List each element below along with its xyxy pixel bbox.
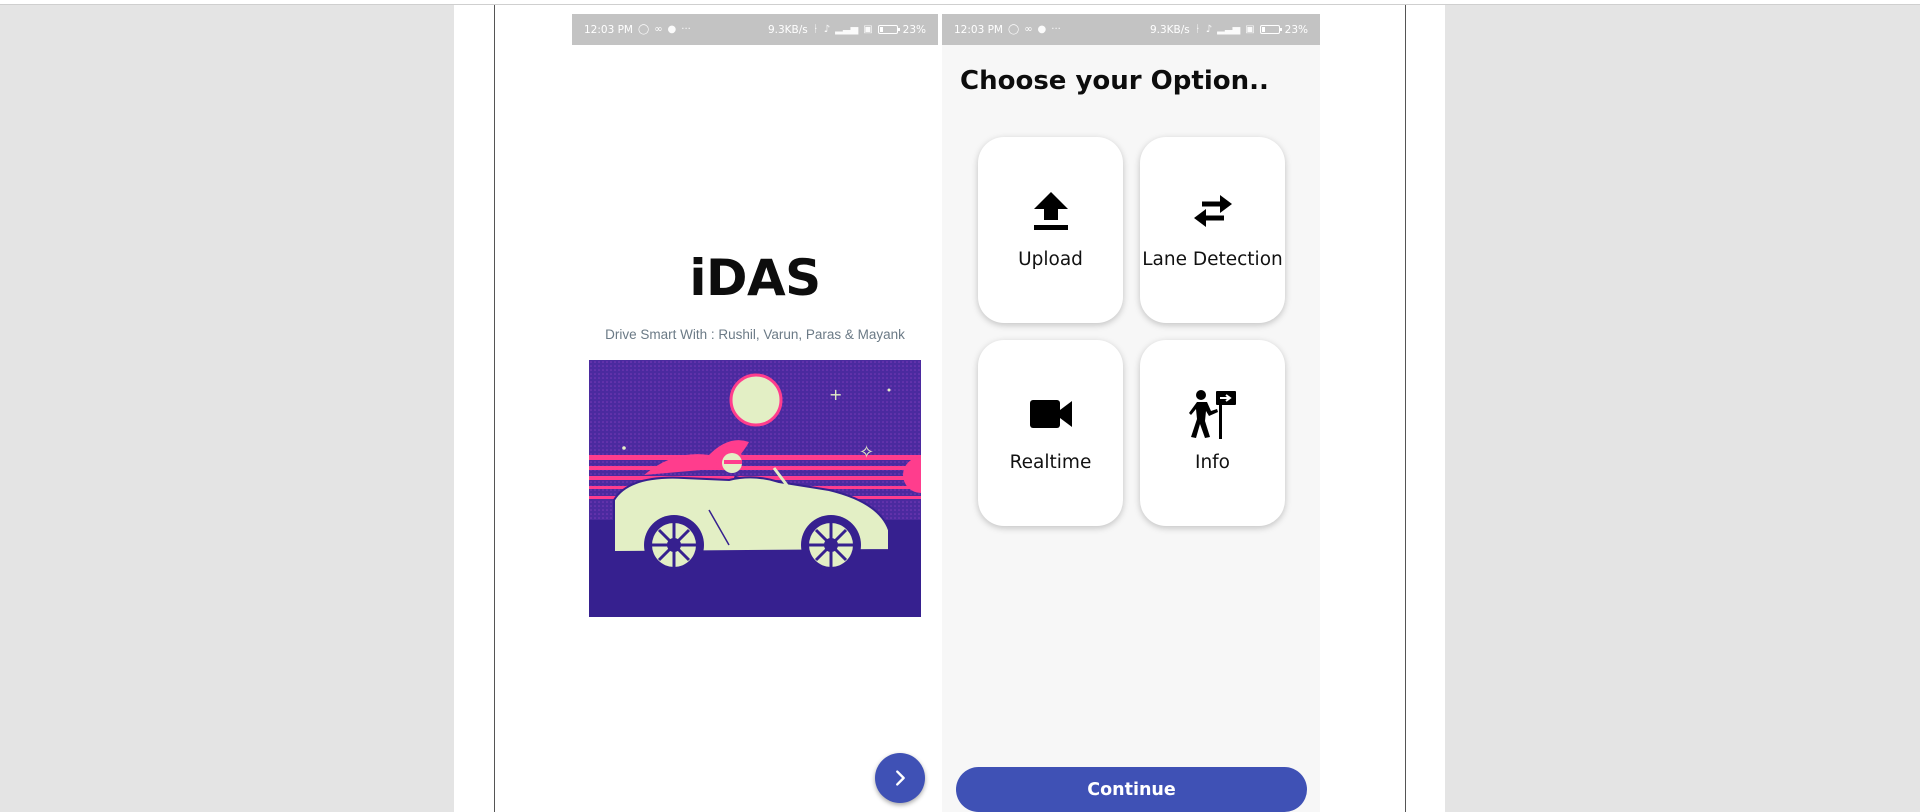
signal-icon: ▂▃▅: [835, 24, 859, 35]
app-title: iDAS: [689, 249, 821, 307]
signal-icon: ▂▃▅: [1217, 24, 1241, 35]
svg-text:+: +: [829, 385, 842, 404]
splash-screen: 12:03 PM ◯ ∞ ● ··· 9.3KB/s ᛂ ♪ ▂▃▅ ▣ 23%…: [572, 14, 938, 812]
battery-fill: [879, 27, 884, 32]
battery-icon: [877, 25, 900, 34]
battery-fill: [1261, 27, 1266, 32]
status-time: 12:03 PM: [584, 23, 633, 36]
mute-icon: ♪: [1205, 24, 1213, 35]
mute-icon: ♪: [823, 24, 831, 35]
phone-icon: ●: [667, 24, 677, 35]
app-subtitle: Drive Smart With : Rushil, Varun, Paras …: [605, 327, 905, 342]
options-screen: 12:03 PM ◯ ∞ ● ··· 9.3KB/s ᛂ ♪ ▂▃▅ ▣ 23%…: [942, 14, 1320, 812]
phone-icon: ●: [1037, 24, 1047, 35]
option-label: Realtime: [1009, 452, 1092, 473]
battery-percent: 23%: [1284, 23, 1308, 36]
battery-icon: [1259, 25, 1282, 34]
upload-icon: [1033, 192, 1068, 230]
whatsapp-icon: ◯: [638, 24, 650, 35]
bluetooth-icon: ᛂ: [1194, 24, 1201, 35]
status-bar: 12:03 PM ◯ ∞ ● ··· 9.3KB/s ᛂ ♪ ▂▃▅ ▣ 23%: [942, 14, 1320, 45]
svg-text:✧: ✧: [859, 442, 874, 463]
more-dots-icon: ···: [681, 24, 691, 35]
option-label: Lane Detection: [1142, 249, 1283, 270]
next-button[interactable]: [875, 753, 925, 803]
infinity-icon: ∞: [654, 24, 663, 35]
option-info[interactable]: Info: [1140, 340, 1285, 526]
document-page: 12:03 PM ◯ ∞ ● ··· 9.3KB/s ᛂ ♪ ▂▃▅ ▣ 23%…: [454, 5, 1445, 812]
option-upload[interactable]: Upload: [978, 137, 1123, 323]
driving-illustration: + ✧: [589, 360, 921, 617]
infinity-icon: ∞: [1024, 24, 1033, 35]
bluetooth-icon: ᛂ: [812, 24, 819, 35]
driving-illustration-svg: + ✧: [589, 360, 921, 617]
option-label: Info: [1194, 452, 1230, 473]
status-bar: 12:03 PM ◯ ∞ ● ··· 9.3KB/s ᛂ ♪ ▂▃▅ ▣ 23%: [572, 14, 938, 45]
more-dots-icon: ···: [1051, 24, 1061, 35]
option-label: Upload: [1018, 249, 1083, 270]
whatsapp-icon: ◯: [1008, 24, 1020, 35]
battery-percent: 23%: [902, 23, 926, 36]
videocam-icon: [1029, 400, 1072, 428]
swap-horizontal-icon: [1193, 195, 1232, 227]
status-time: 12:03 PM: [954, 23, 1003, 36]
chevron-right-icon: [896, 770, 905, 786]
continue-button[interactable]: Continue: [956, 767, 1307, 812]
network-speed: 9.3KB/s: [1149, 23, 1190, 36]
4g-icon: ▣: [863, 24, 873, 35]
screen-title: Choose your Option..: [960, 66, 1269, 96]
network-speed: 9.3KB/s: [767, 23, 808, 36]
option-lane-detection[interactable]: Lane Detection: [1140, 137, 1285, 323]
option-realtime[interactable]: Realtime: [978, 340, 1123, 526]
hiker-sign-icon: [1188, 390, 1236, 439]
4g-icon: ▣: [1245, 24, 1255, 35]
